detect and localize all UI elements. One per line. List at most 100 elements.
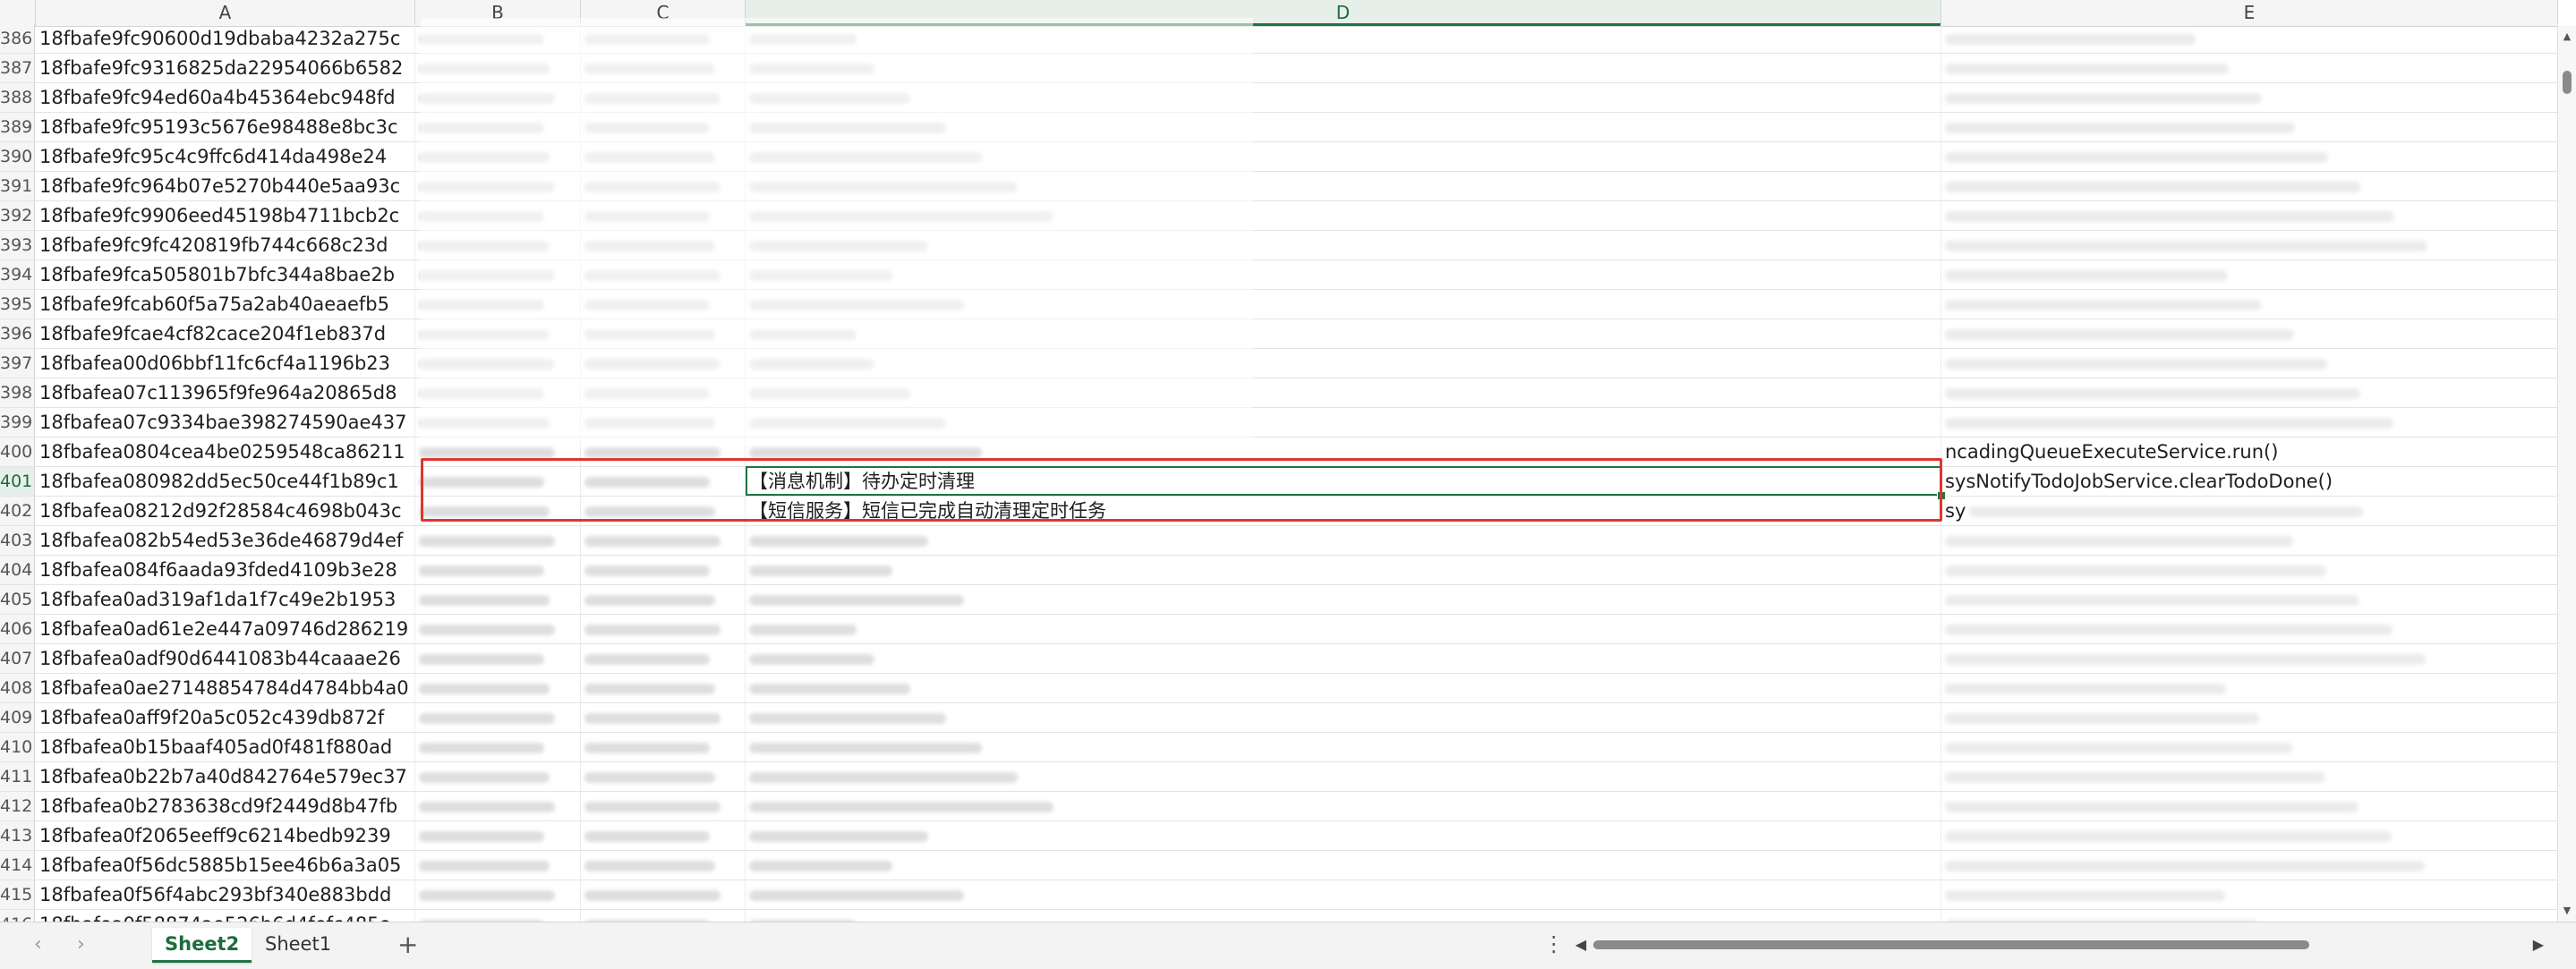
cell-d[interactable] bbox=[746, 349, 1941, 378]
cell-c[interactable] bbox=[581, 54, 746, 82]
column-header-a[interactable]: A bbox=[36, 0, 415, 26]
cell-b[interactable] bbox=[415, 851, 581, 880]
cell-e[interactable] bbox=[1941, 231, 2558, 259]
cell-e[interactable] bbox=[1941, 880, 2558, 909]
row-header[interactable]: 412 bbox=[0, 792, 35, 820]
cell-b[interactable] bbox=[415, 467, 581, 496]
cell-b[interactable] bbox=[415, 378, 581, 407]
cell-e[interactable] bbox=[1941, 644, 2558, 673]
row-header[interactable]: 405 bbox=[0, 585, 35, 614]
cell-a[interactable]: 18fbafea0ad61e2e447a09746d286219 bbox=[36, 615, 415, 643]
cell-d[interactable] bbox=[746, 644, 1941, 673]
cell-d[interactable] bbox=[746, 319, 1941, 348]
cell-c[interactable] bbox=[581, 378, 746, 407]
cell-d[interactable] bbox=[746, 260, 1941, 289]
cell-e[interactable] bbox=[1941, 615, 2558, 643]
cell-e[interactable] bbox=[1941, 290, 2558, 319]
horizontal-scroll-thumb[interactable] bbox=[1593, 940, 2309, 949]
cell-e[interactable] bbox=[1941, 113, 2558, 141]
row-header[interactable]: 399 bbox=[0, 408, 35, 437]
cell-b[interactable] bbox=[415, 821, 581, 850]
row-header[interactable]: 407 bbox=[0, 644, 35, 673]
more-options-icon[interactable]: ⋮ bbox=[1543, 931, 1565, 956]
cell-e[interactable] bbox=[1941, 733, 2558, 761]
prev-sheet-icon[interactable]: ‹ bbox=[34, 933, 42, 956]
cell-b[interactable] bbox=[415, 880, 581, 909]
column-header-b[interactable]: B bbox=[415, 0, 581, 26]
cell-b[interactable] bbox=[415, 733, 581, 761]
cell-a[interactable]: 18fbafe9fc95193c5676e98488e8bc3c bbox=[36, 113, 415, 141]
cell-d[interactable] bbox=[746, 408, 1941, 437]
cell-e[interactable]: sy bbox=[1941, 497, 2558, 525]
column-header-c[interactable]: C bbox=[581, 0, 746, 26]
row-header[interactable]: 410 bbox=[0, 733, 35, 761]
cell-e[interactable] bbox=[1941, 703, 2558, 732]
cell-c[interactable] bbox=[581, 319, 746, 348]
select-all-corner[interactable] bbox=[0, 0, 36, 26]
cell-c[interactable] bbox=[581, 762, 746, 791]
cell-a[interactable]: 18fbafea0aff9f20a5c052c439db872f bbox=[36, 703, 415, 732]
cell-d[interactable] bbox=[746, 703, 1941, 732]
cell-e[interactable] bbox=[1941, 319, 2558, 348]
cell-e[interactable] bbox=[1941, 83, 2558, 112]
tab-sheet1[interactable]: Sheet1 bbox=[252, 928, 344, 960]
cell-c[interactable] bbox=[581, 556, 746, 584]
cell-e[interactable] bbox=[1941, 172, 2558, 200]
row-header[interactable]: 388 bbox=[0, 83, 35, 112]
row-header[interactable]: 394 bbox=[0, 260, 35, 289]
column-header-e[interactable]: E bbox=[1941, 0, 2558, 26]
cell-a[interactable]: 18fbafea0b22b7a40d842764e579ec37 bbox=[36, 762, 415, 791]
cell-a[interactable]: 18fbafea080982dd5ec50ce44f1b89c1 bbox=[36, 467, 415, 496]
cell-a[interactable]: 18fbafea0f2065eeff9c6214bedb9239 bbox=[36, 821, 415, 850]
vertical-scrollbar[interactable]: ▲ ▼ bbox=[2557, 26, 2576, 922]
cell-d[interactable] bbox=[746, 674, 1941, 702]
cell-e[interactable] bbox=[1941, 526, 2558, 555]
cell-b[interactable] bbox=[415, 24, 581, 53]
cell-a[interactable]: 18fbafe9fca505801b7bfc344a8bae2b bbox=[36, 260, 415, 289]
cell-c[interactable] bbox=[581, 880, 746, 909]
cell-b[interactable] bbox=[415, 615, 581, 643]
cell-c[interactable] bbox=[581, 24, 746, 53]
row-header[interactable]: 387 bbox=[0, 54, 35, 82]
cell-c[interactable] bbox=[581, 674, 746, 702]
cell-d[interactable] bbox=[746, 733, 1941, 761]
vertical-scroll-thumb[interactable] bbox=[2563, 71, 2572, 94]
cell-a[interactable]: 18fbafea0f56f4abc293bf340e883bdd bbox=[36, 880, 415, 909]
cell-a[interactable]: 18fbafea0ae27148854784d4784bb4a0 bbox=[36, 674, 415, 702]
cell-b[interactable] bbox=[415, 674, 581, 702]
cell-a[interactable]: 18fbafe9fc964b07e5270b440e5aa93c bbox=[36, 172, 415, 200]
row-header[interactable]: 390 bbox=[0, 142, 35, 171]
cell-d[interactable] bbox=[746, 24, 1941, 53]
cell-e[interactable] bbox=[1941, 674, 2558, 702]
cell-b[interactable] bbox=[415, 556, 581, 584]
cell-a[interactable]: 18fbafea0f58874ae526b6d4fefc485e bbox=[36, 910, 415, 922]
cell-e[interactable] bbox=[1941, 792, 2558, 820]
cell-e[interactable] bbox=[1941, 821, 2558, 850]
cell-b[interactable] bbox=[415, 762, 581, 791]
cell-a[interactable]: 18fbafe9fc90600d19dbaba4232a275c bbox=[36, 24, 415, 53]
cell-c[interactable] bbox=[581, 703, 746, 732]
cell-c[interactable] bbox=[581, 349, 746, 378]
tab-sheet2[interactable]: Sheet2 bbox=[152, 928, 252, 963]
cell-b[interactable] bbox=[415, 644, 581, 673]
cell-b[interactable] bbox=[415, 438, 581, 466]
cell-a[interactable]: 18fbafea0804cea4be0259548ca86211 bbox=[36, 438, 415, 466]
cell-c[interactable] bbox=[581, 644, 746, 673]
cell-e[interactable] bbox=[1941, 378, 2558, 407]
cell-d[interactable] bbox=[746, 792, 1941, 820]
scroll-right-arrow-icon[interactable]: ▶ bbox=[2533, 933, 2544, 956]
row-header[interactable]: 414 bbox=[0, 851, 35, 880]
cell-a[interactable]: 18fbafea08212d92f28584c4698b043c bbox=[36, 497, 415, 525]
cell-d[interactable] bbox=[746, 821, 1941, 850]
cell-e[interactable] bbox=[1941, 201, 2558, 230]
scroll-up-arrow-icon[interactable]: ▲ bbox=[2558, 28, 2576, 46]
cell-c[interactable] bbox=[581, 260, 746, 289]
row-header[interactable]: 409 bbox=[0, 703, 35, 732]
cell-d[interactable] bbox=[746, 231, 1941, 259]
scroll-down-arrow-icon[interactable]: ▼ bbox=[2558, 902, 2576, 920]
cell-d[interactable] bbox=[746, 378, 1941, 407]
cell-d[interactable] bbox=[746, 142, 1941, 171]
row-header[interactable]: 416 bbox=[0, 910, 35, 922]
cell-c[interactable] bbox=[581, 733, 746, 761]
cell-b[interactable] bbox=[415, 113, 581, 141]
